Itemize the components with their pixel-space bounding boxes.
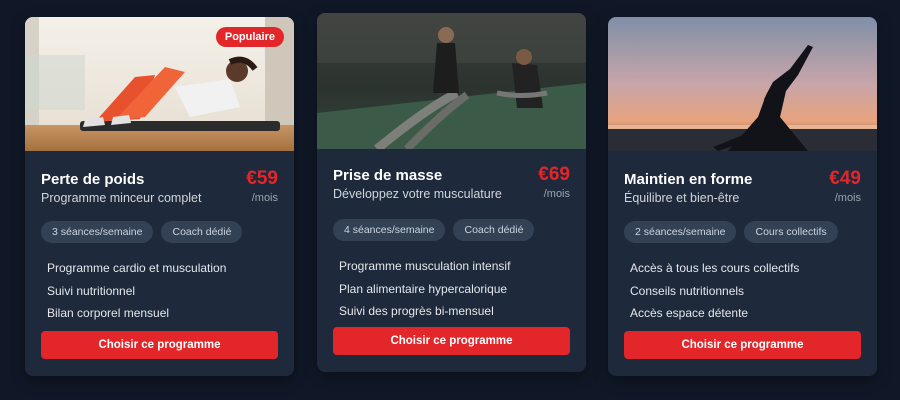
- feature-item: Plan alimentaire hypercalorique: [339, 281, 508, 296]
- program-photo: Populaire: [25, 17, 294, 151]
- coach-chip: Coach dédié: [453, 219, 535, 241]
- feature-list: Programme cardio et musculation Suivi nu…: [41, 257, 278, 325]
- program-price: €59: [246, 168, 278, 189]
- price-period: /mois: [834, 192, 861, 204]
- feature-item: Bilan corporel mensuel: [47, 306, 170, 320]
- program-card-fitness-maintenance: Maintien en forme Équilibre et bien-être…: [608, 17, 877, 376]
- program-card-mass-gain: Prise de masse Développez votre musculat…: [317, 13, 586, 372]
- program-card-weight-loss: Populaire Perte de poids Programme mince…: [25, 17, 294, 376]
- program-title: Maintien en forme: [624, 171, 753, 188]
- feature-item: Accès espace détente: [630, 306, 749, 320]
- choose-program-button[interactable]: Choisir ce programme: [624, 331, 861, 359]
- choose-program-button[interactable]: Choisir ce programme: [333, 327, 570, 355]
- feature-item: Programme musculation intensif: [339, 259, 511, 273]
- program-subtitle: Développez votre musculature: [333, 187, 502, 201]
- sessions-chip: 4 séances/semaine: [333, 219, 446, 241]
- program-title: Prise de masse: [333, 167, 443, 184]
- price-period: /mois: [251, 192, 278, 204]
- sessions-chip: 2 séances/semaine: [624, 221, 737, 243]
- feature-item: Suivi nutritionnel: [47, 283, 136, 298]
- program-tags: 2 séances/semaine Cours collectifs: [624, 221, 861, 243]
- feature-item: Accès à tous les cours collectifs: [630, 261, 800, 275]
- feature-item: Conseils nutritionnels: [630, 283, 745, 298]
- choose-program-button[interactable]: Choisir ce programme: [41, 331, 278, 359]
- program-photo: [608, 17, 877, 151]
- program-subtitle: Équilibre et bien-être: [624, 191, 740, 205]
- feature-item: Suivi des progrès bi-mensuel: [339, 304, 494, 318]
- feature-item: Programme cardio et musculation: [47, 261, 227, 275]
- coach-chip: Coach dédié: [161, 221, 243, 243]
- group-classes-chip: Cours collectifs: [744, 221, 838, 243]
- price-period: /mois: [543, 188, 570, 200]
- program-price: €69: [538, 164, 570, 185]
- program-price: €49: [829, 168, 861, 189]
- program-title: Perte de poids: [41, 171, 145, 188]
- program-tags: 3 séances/semaine Coach dédié: [41, 221, 278, 243]
- popular-badge: Populaire: [215, 27, 284, 47]
- feature-list: Accès à tous les cours collectifs Consei…: [624, 257, 861, 325]
- sessions-chip: 3 séances/semaine: [41, 221, 154, 243]
- feature-list: Programme musculation intensif Plan alim…: [333, 255, 570, 323]
- program-photo: [317, 13, 586, 149]
- program-tags: 4 séances/semaine Coach dédié: [333, 219, 570, 241]
- program-subtitle: Programme minceur complet: [41, 191, 202, 205]
